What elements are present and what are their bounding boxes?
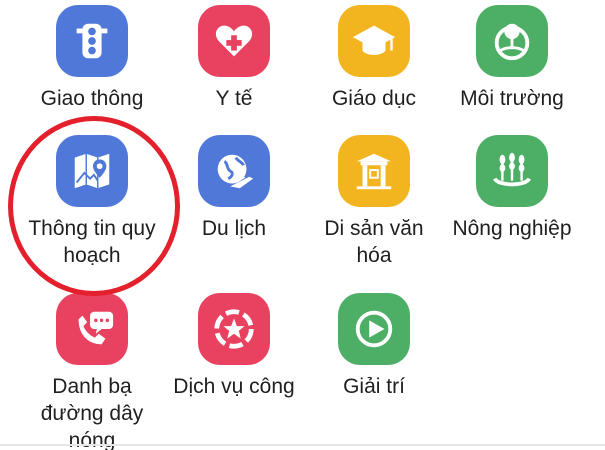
tile-label: Giáo dục bbox=[331, 87, 417, 110]
tile-giao-duc[interactable]: Giáo dục bbox=[304, 5, 444, 112]
heart-plus-icon bbox=[198, 5, 270, 77]
tile-label: Di sản văn hóa bbox=[324, 217, 424, 267]
tile-y-te[interactable]: Y tế bbox=[164, 5, 304, 112]
traffic-light-icon bbox=[56, 5, 128, 77]
play-circle-icon bbox=[338, 293, 410, 365]
tile-danh-ba-duong-day-nong[interactable]: Danh bạ đường dây nóng bbox=[22, 293, 162, 450]
tile-du-lich[interactable]: Du lịch bbox=[164, 135, 304, 242]
tile-moi-truong[interactable]: Môi trường bbox=[442, 5, 582, 112]
star-hands-icon bbox=[198, 293, 270, 365]
tile-label: Du lịch bbox=[201, 217, 267, 240]
phone-chat-icon bbox=[56, 293, 128, 365]
tile-nong-nghiep[interactable]: Nông nghiệp bbox=[442, 135, 582, 242]
divider bbox=[0, 444, 605, 446]
temple-gate-icon bbox=[338, 135, 410, 207]
tile-label: Thông tin quy hoạch bbox=[28, 217, 156, 267]
tile-label: Dịch vụ công bbox=[173, 375, 295, 398]
globe-tree-icon bbox=[476, 5, 548, 77]
globe-plane-icon bbox=[198, 135, 270, 207]
service-grid-screen: Giao thông Y tế Giáo dục Môi trường Thôn… bbox=[0, 0, 605, 450]
tile-label: Y tế bbox=[215, 87, 253, 110]
tile-di-san-van-hoa[interactable]: Di sản văn hóa bbox=[304, 135, 444, 269]
tile-giao-thong[interactable]: Giao thông bbox=[22, 5, 162, 112]
tile-label: Nông nghiệp bbox=[452, 217, 572, 240]
tile-label: Môi trường bbox=[460, 87, 564, 110]
graduation-cap-icon bbox=[338, 5, 410, 77]
tile-thong-tin-quy-hoach[interactable]: Thông tin quy hoạch bbox=[22, 135, 162, 269]
wheat-icon bbox=[476, 135, 548, 207]
tile-giai-tri[interactable]: Giải trí bbox=[304, 293, 444, 400]
tile-dich-vu-cong[interactable]: Dịch vụ công bbox=[164, 293, 304, 400]
tile-label: Giao thông bbox=[40, 87, 144, 110]
tile-label: Giải trí bbox=[343, 375, 405, 398]
map-pin-icon bbox=[56, 135, 128, 207]
tile-label: Danh bạ đường dây nóng bbox=[40, 375, 144, 450]
